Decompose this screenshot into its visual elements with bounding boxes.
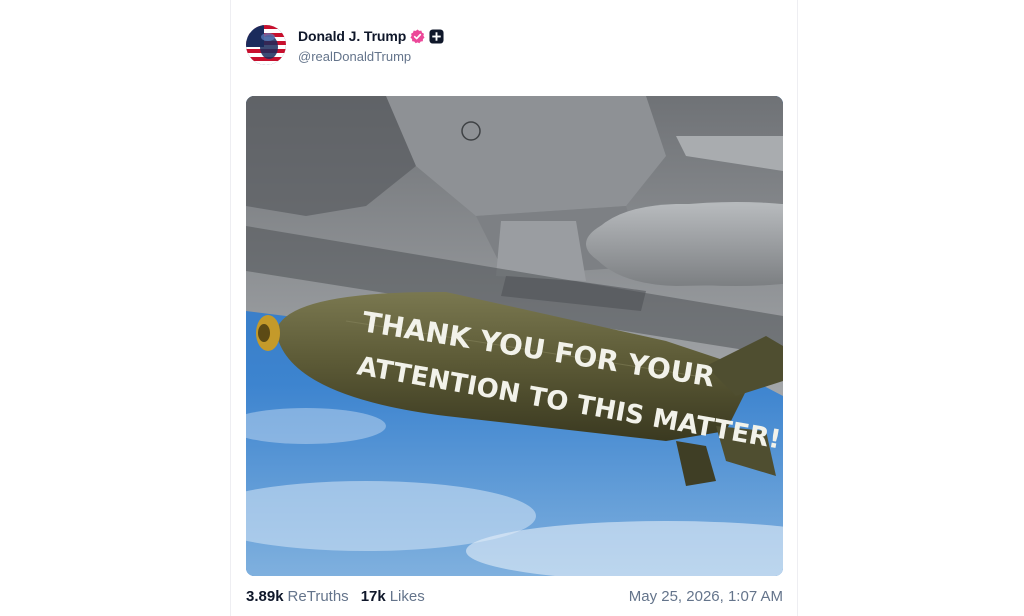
post-timestamp[interactable]: May 25, 2026, 1:07 AM: [629, 588, 783, 605]
post-header: Donald J. Trump @realDonaldTrump: [246, 22, 444, 68]
likes-count: 17k: [360, 587, 386, 605]
name-row: Donald J. Trump: [298, 26, 444, 46]
verified-check-icon: [410, 28, 425, 44]
post-footer: 3.89k ReTruths 17k Likes May 25, 2026, 1…: [246, 586, 783, 606]
author-identity: Donald J. Trump @realDonaldTrump: [298, 26, 444, 64]
post-stats: 3.89k ReTruths 17k Likes: [246, 588, 437, 605]
bomb-illustration: THANK YOU FOR YOUR ATTENTION TO THIS MAT…: [246, 96, 783, 576]
likes-label: Likes: [389, 587, 425, 605]
likes-stat[interactable]: 17k Likes: [361, 588, 425, 605]
post-card: Donald J. Trump @realDonaldTrump THANK Y…: [230, 0, 798, 616]
avatar-image: [246, 25, 286, 65]
plus-badge-icon: [429, 28, 444, 44]
retruths-label: ReTruths: [287, 587, 349, 605]
post-image[interactable]: THANK YOU FOR YOUR ATTENTION TO THIS MAT…: [246, 96, 783, 576]
avatar[interactable]: [246, 25, 286, 65]
retruths-count: 3.89k: [246, 587, 284, 605]
retruths-stat[interactable]: 3.89k ReTruths: [246, 588, 349, 605]
author-display-name[interactable]: Donald J. Trump: [298, 28, 406, 44]
author-handle[interactable]: @realDonaldTrump: [298, 49, 444, 64]
